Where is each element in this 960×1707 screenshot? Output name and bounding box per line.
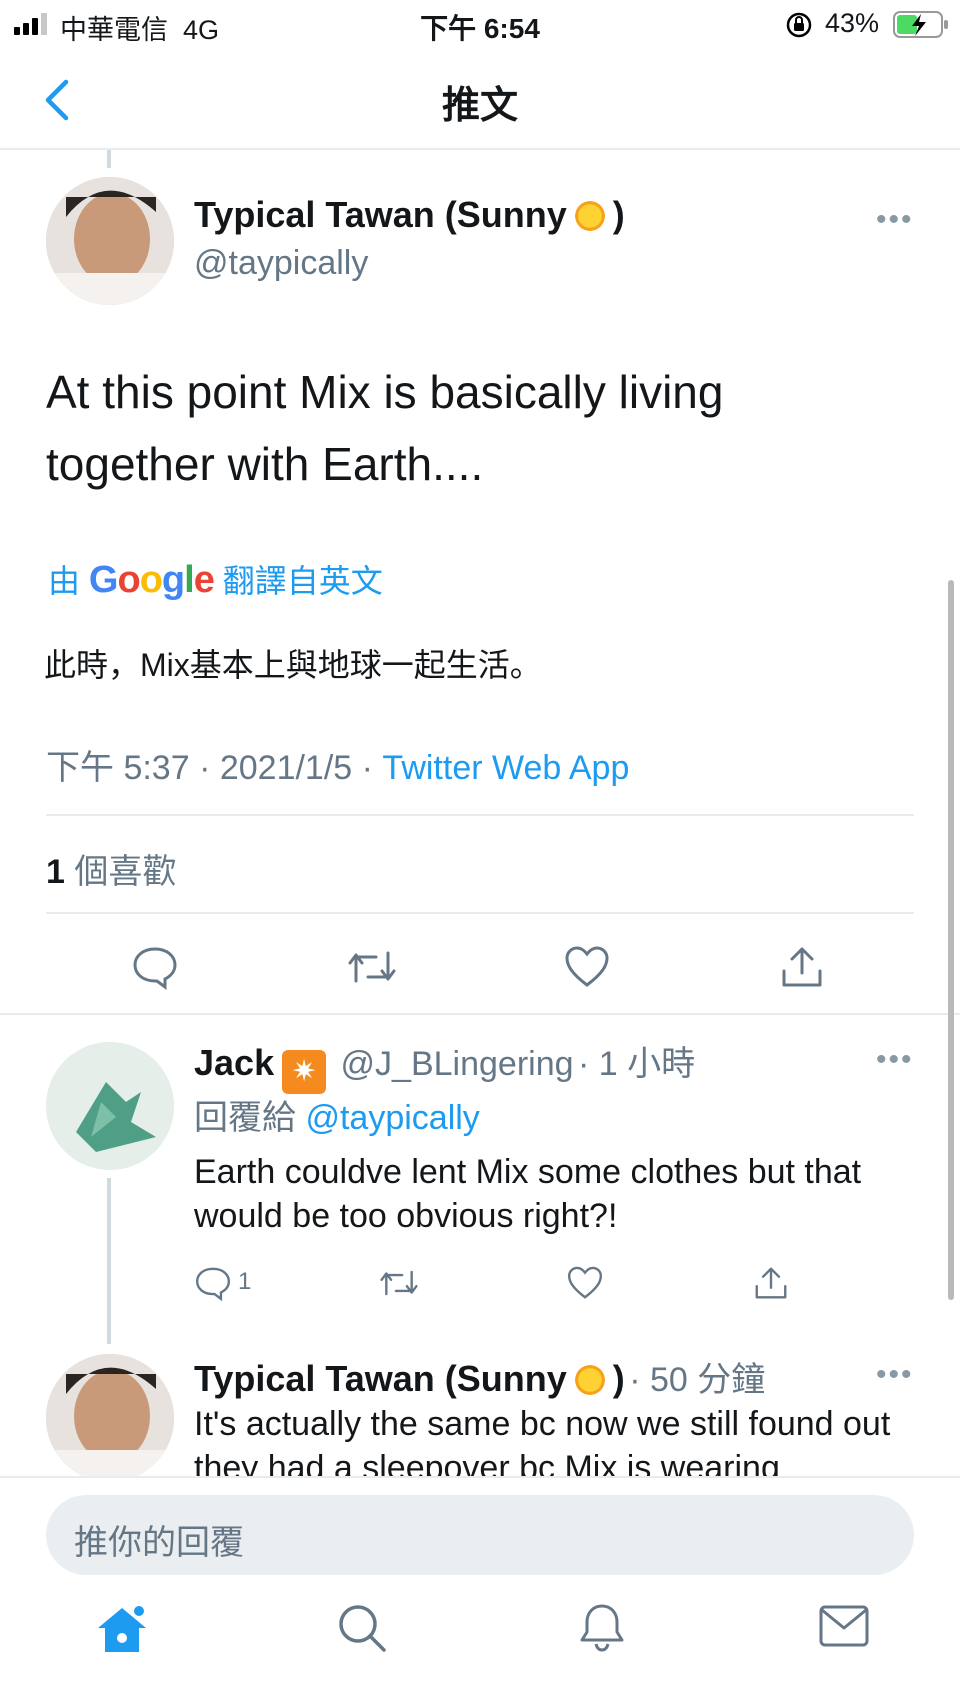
scrollbar[interactable] <box>948 580 954 1300</box>
likes-summary[interactable]: 1 個喜歡 <box>46 844 176 893</box>
sun-emoji-icon <box>574 1365 605 1395</box>
like-icon[interactable] <box>566 1264 604 1302</box>
messages-mail-icon[interactable] <box>818 1604 870 1648</box>
orientation-lock-icon <box>786 12 812 38</box>
divider <box>0 1013 960 1015</box>
author-name[interactable]: Typical Tawan (Sunny) <box>194 194 625 236</box>
avatar[interactable] <box>46 177 174 305</box>
thread-connector <box>107 1178 111 1344</box>
retweet-icon[interactable] <box>346 943 398 991</box>
share-icon[interactable] <box>778 943 826 991</box>
more-options-icon[interactable]: ••• <box>876 1043 914 1077</box>
source-app-link[interactable]: Twitter Web App <box>382 749 629 787</box>
reply-input[interactable]: 推你的回覆 <box>46 1495 914 1575</box>
status-bar: 中華電信 4G 下午 6:54 43% <box>0 0 960 50</box>
thread-connector <box>107 150 111 168</box>
compose-bar: 推你的回覆 <box>0 1476 960 1579</box>
author-name[interactable]: Typical Tawan (Sunny <box>194 1358 567 1399</box>
reply-icon[interactable] <box>131 943 179 991</box>
more-options-icon[interactable]: ••• <box>876 203 914 237</box>
clock: 下午 6:54 <box>420 13 540 44</box>
divider <box>46 912 914 914</box>
reply-header: Jack ✷ @J_BLingering · 1 小時 <box>194 1036 695 1094</box>
reply-count: 1 <box>238 1268 252 1295</box>
sparkle-emoji-icon: ✷ <box>282 1050 327 1094</box>
page-title: 推文 <box>441 85 518 127</box>
more-options-icon[interactable]: ••• <box>876 1358 914 1392</box>
tab-bar <box>0 1578 960 1707</box>
tweet-text: At this point Mix is basically living to… <box>46 366 724 490</box>
top-nav: 推文 <box>0 50 960 150</box>
reply-icon[interactable] <box>194 1264 232 1302</box>
avatar[interactable] <box>46 1042 174 1170</box>
reply-age: 50 分鐘 <box>649 1361 766 1399</box>
notifications-bell-icon[interactable] <box>576 1600 628 1656</box>
reply-text: Earth couldve lent Mix some clothes but … <box>194 1153 862 1235</box>
divider <box>46 814 914 816</box>
like-icon[interactable] <box>563 943 611 991</box>
reply-age: 1 小時 <box>598 1045 696 1083</box>
share-icon[interactable] <box>752 1264 790 1302</box>
search-icon[interactable] <box>336 1602 388 1654</box>
avatar-photo <box>46 1354 174 1476</box>
reply-item: Typical Tawan (Sunny) · 50 分鐘 ••• It's a… <box>0 1350 960 1476</box>
retweet-icon[interactable] <box>378 1264 420 1302</box>
author-handle[interactable]: @J_BLingering <box>341 1045 574 1083</box>
battery-icon <box>893 11 948 38</box>
reply-to: 回覆給 @taypically <box>194 1099 480 1137</box>
tweet-meta: 下午 5:37 · 2021/1/5 · Twitter Web App <box>46 749 630 787</box>
avatar-photo <box>46 177 174 305</box>
reply-header: Typical Tawan (Sunny) · 50 分鐘 <box>194 1358 766 1399</box>
translated-text: 此時，Mix基本上與地球一起生活。 <box>44 647 542 683</box>
sun-emoji-icon <box>574 201 605 231</box>
avatar-photo <box>46 1042 174 1170</box>
author-handle[interactable]: @taypically <box>194 244 368 283</box>
translation-attribution[interactable]: 由 Google 翻譯自英文 <box>48 556 383 602</box>
google-logo: Google <box>88 559 215 601</box>
battery-percent: 43% <box>825 8 880 38</box>
author-name[interactable]: Jack <box>194 1042 274 1083</box>
home-icon[interactable] <box>94 1602 150 1658</box>
mention-link[interactable]: @taypically <box>305 1099 479 1137</box>
avatar[interactable] <box>46 1354 174 1476</box>
reply-text: It's actually the same bc now we still f… <box>194 1405 891 1476</box>
